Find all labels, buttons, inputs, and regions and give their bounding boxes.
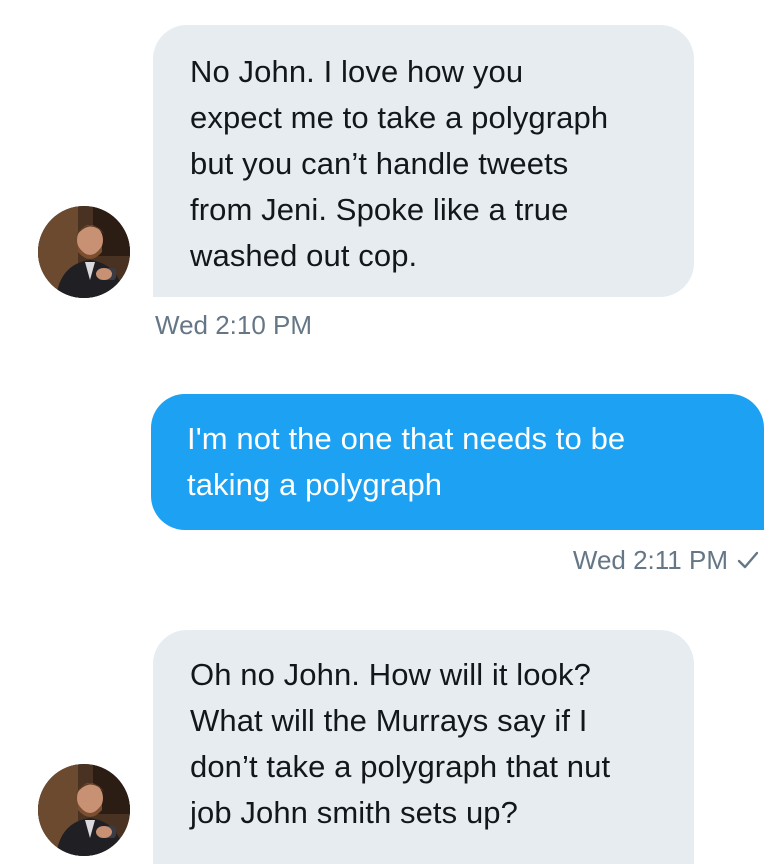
message-line: don’t take a polygraph that nut bbox=[190, 749, 611, 784]
sender-avatar[interactable] bbox=[38, 764, 130, 856]
message-line: No John. I love how you bbox=[190, 54, 524, 89]
message-line: taking a polygraph bbox=[187, 467, 443, 502]
message-line: expect me to take a polygraph bbox=[190, 100, 609, 135]
message-bubble-incoming[interactable]: Oh no John. How will it look? What will … bbox=[153, 630, 694, 864]
avatar-photo-icon bbox=[38, 206, 130, 298]
dm-conversation: No John. I love how you expect me to tak… bbox=[0, 0, 784, 864]
message-bubble-incoming[interactable]: No John. I love how you expect me to tak… bbox=[153, 25, 694, 297]
message-line: I'm not the one that needs to be bbox=[187, 421, 626, 456]
checkmark-icon bbox=[736, 547, 760, 577]
sender-avatar[interactable] bbox=[38, 206, 130, 298]
avatar-photo-icon bbox=[38, 764, 130, 856]
message-line: Oh no John. How will it look? bbox=[190, 657, 591, 692]
message-timestamp-row: Wed 2:11 PM bbox=[573, 545, 760, 577]
message-bubble-outgoing[interactable]: I'm not the one that needs to be taking … bbox=[151, 394, 764, 530]
message-line: but you can’t handle tweets bbox=[190, 146, 569, 181]
message-line: What will the Murrays say if I bbox=[190, 703, 588, 738]
message-line: from Jeni. Spoke like a true bbox=[190, 192, 569, 227]
message-line: washed out cop. bbox=[190, 238, 418, 273]
message-timestamp: Wed 2:10 PM bbox=[155, 310, 313, 340]
message-line: job John smith sets up? bbox=[190, 795, 518, 830]
message-timestamp: Wed 2:11 PM bbox=[572, 545, 728, 575]
